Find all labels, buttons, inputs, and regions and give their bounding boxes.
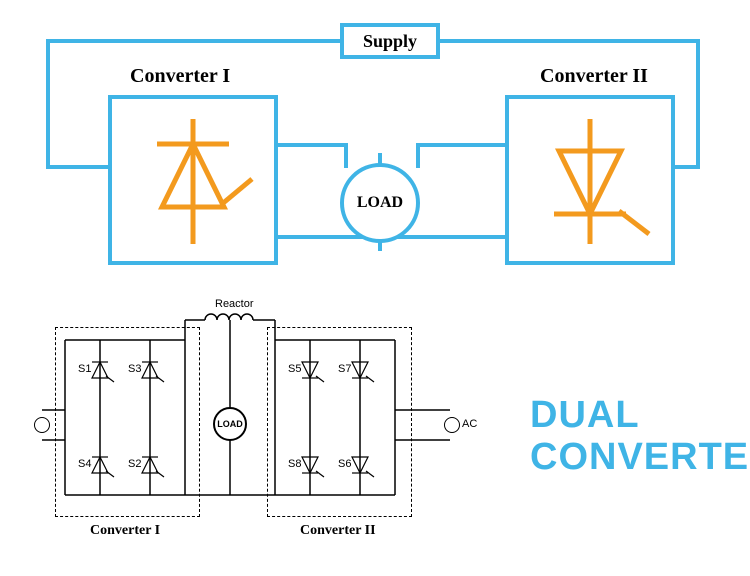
schematic-converter1-label: Converter I bbox=[90, 523, 160, 539]
supply-label: Supply bbox=[363, 31, 417, 52]
s6-label: S6 bbox=[338, 458, 351, 470]
diagram-title: DUAL CONVERTER bbox=[530, 395, 750, 479]
diagram-container: Supply Converter I Converter II bbox=[0, 0, 750, 576]
load-circle: LOAD bbox=[340, 163, 420, 243]
ac-source-left-icon bbox=[34, 417, 50, 433]
ac-label: AC bbox=[462, 418, 477, 430]
supply-box: Supply bbox=[340, 23, 440, 59]
schematic-diagram: LOAD Reactor S1 S3 S4 S2 S5 S7 S8 S6 AC … bbox=[20, 295, 500, 560]
s2-label: S2 bbox=[128, 458, 141, 470]
s1-label: S1 bbox=[78, 363, 91, 375]
schematic-load: LOAD bbox=[213, 407, 247, 441]
s8-label: S8 bbox=[288, 458, 301, 470]
block-diagram: Supply Converter I Converter II bbox=[30, 15, 720, 275]
ac-source-right-icon bbox=[444, 417, 460, 433]
converter2-dashed-box bbox=[267, 327, 412, 517]
thyristor-icon bbox=[509, 99, 671, 261]
schematic-load-label: LOAD bbox=[217, 419, 243, 429]
s5-label: S5 bbox=[288, 363, 301, 375]
schematic-converter2-label: Converter II bbox=[300, 523, 376, 539]
converter1-label: Converter I bbox=[130, 65, 230, 88]
converter2-box bbox=[505, 95, 675, 265]
thyristor-icon bbox=[112, 99, 274, 261]
converter1-box bbox=[108, 95, 278, 265]
converter2-label: Converter II bbox=[540, 65, 648, 88]
s4-label: S4 bbox=[78, 458, 91, 470]
load-label: LOAD bbox=[357, 194, 403, 212]
converter1-dashed-box bbox=[55, 327, 200, 517]
title-line2: CONVERTER bbox=[530, 437, 750, 479]
title-line1: DUAL bbox=[530, 395, 750, 437]
s3-label: S3 bbox=[128, 363, 141, 375]
reactor-label: Reactor bbox=[215, 298, 254, 310]
s7-label: S7 bbox=[338, 363, 351, 375]
